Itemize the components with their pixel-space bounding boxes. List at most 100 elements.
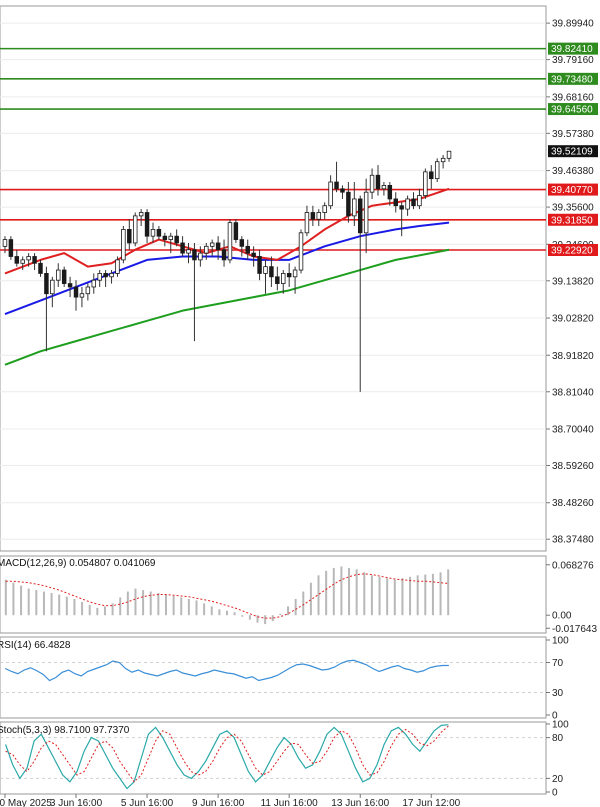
candle-body bbox=[227, 222, 233, 261]
candle-body bbox=[144, 212, 150, 237]
price-axis: 39.89940 39.79160 39.68160 39.57380 39.46380… bbox=[546, 19, 594, 546]
axis-tick-label: 80 bbox=[552, 733, 564, 744]
axis-tick-label: 30 bbox=[552, 688, 564, 699]
candle-body bbox=[375, 174, 381, 190]
candle-body bbox=[292, 269, 298, 278]
candle-body bbox=[286, 273, 292, 278]
candle-body bbox=[127, 229, 132, 244]
price-tick-label: 39.13820 bbox=[552, 276, 594, 287]
candle-body bbox=[440, 157, 446, 163]
axis-tick-label: -0.017643 bbox=[552, 624, 597, 635]
price-tick-label: 38.37480 bbox=[552, 535, 594, 546]
candle-body bbox=[257, 256, 262, 274]
candle-body bbox=[405, 198, 410, 210]
candle-body bbox=[245, 245, 250, 254]
candle-body bbox=[298, 232, 304, 271]
candle-body bbox=[85, 286, 91, 295]
candle-body bbox=[363, 191, 369, 234]
price-tick-label: 38.48260 bbox=[552, 498, 594, 509]
candle-body bbox=[334, 181, 339, 190]
axis-tick-label: 100 bbox=[552, 636, 569, 647]
candle bbox=[233, 219, 239, 243]
candle-body bbox=[387, 185, 393, 200]
candle-body bbox=[91, 279, 97, 288]
candle-body bbox=[221, 249, 227, 261]
candle-body bbox=[399, 205, 404, 210]
candle-body bbox=[73, 286, 79, 298]
price-tick-label: 38.70040 bbox=[552, 425, 594, 436]
candle-body bbox=[239, 239, 245, 247]
price-tick-label: 38.59260 bbox=[552, 461, 594, 472]
price-tick-label: 39.02820 bbox=[552, 314, 594, 325]
price-tick-label: 39.35600 bbox=[552, 203, 594, 214]
candle-body bbox=[310, 212, 316, 220]
time-tick-label: 11 Jun 16:00 bbox=[261, 798, 319, 807]
candle-body bbox=[357, 198, 363, 234]
candle-body bbox=[263, 266, 268, 274]
candle-body bbox=[322, 205, 327, 213]
candle-body bbox=[115, 259, 120, 274]
candle-body bbox=[150, 229, 156, 237]
candle-body bbox=[192, 249, 197, 261]
trading-chart: 39.89940 39.79160 39.68160 39.57380 39.46380… bbox=[0, 0, 600, 807]
candle-body bbox=[132, 215, 138, 244]
price-tick-label: 39.68160 bbox=[552, 92, 594, 103]
axis-tick-label: 0.068276 bbox=[552, 560, 594, 571]
candle-body bbox=[50, 279, 55, 295]
candle-body bbox=[352, 198, 357, 217]
resistance-level-tag-label: 39.64560 bbox=[551, 105, 593, 116]
axis-tick-label: 100 bbox=[552, 720, 569, 731]
time-tick-label: 5 Jun 16:00 bbox=[121, 798, 174, 807]
time-tick-label: 17 Jun 12:00 bbox=[402, 798, 460, 807]
candle-body bbox=[38, 262, 43, 274]
candle-body bbox=[162, 235, 168, 240]
candle-body bbox=[56, 269, 61, 281]
candle-body bbox=[233, 222, 239, 240]
candle bbox=[423, 168, 428, 199]
price-tick-label: 39.57380 bbox=[552, 129, 594, 140]
candle-body bbox=[204, 245, 209, 254]
candle-body bbox=[44, 273, 49, 295]
candle-body bbox=[174, 235, 179, 244]
candle bbox=[121, 226, 126, 264]
candle-body bbox=[417, 195, 422, 207]
macd-title: MACD(12,26,9) 0.054807 0.041069 bbox=[0, 558, 156, 569]
candle-body bbox=[156, 229, 162, 237]
support-level-tag-label: 39.22920 bbox=[551, 245, 593, 256]
candle-body bbox=[340, 188, 345, 193]
current-price-label: 39.52109 bbox=[551, 147, 593, 158]
candle-body bbox=[20, 259, 25, 264]
axis-tick-label: 20 bbox=[552, 774, 564, 785]
candle bbox=[8, 236, 14, 260]
price-tick-label: 38.81040 bbox=[552, 387, 594, 398]
time-tick-label: 13 Jun 16:00 bbox=[331, 798, 389, 807]
candle-body bbox=[2, 239, 8, 247]
candle-body bbox=[269, 266, 274, 278]
candle-body bbox=[168, 235, 173, 240]
candle-body bbox=[180, 242, 185, 254]
axis-tick-label: 70 bbox=[552, 658, 564, 669]
candle-body bbox=[8, 239, 14, 257]
candle bbox=[227, 219, 233, 264]
candle-body bbox=[32, 256, 37, 264]
candle-body bbox=[346, 191, 351, 217]
candle-body bbox=[97, 273, 102, 281]
candle-body bbox=[121, 229, 126, 261]
support-level-tag-label: 39.31850 bbox=[551, 215, 593, 226]
candle bbox=[298, 229, 304, 274]
candle-body bbox=[186, 249, 191, 254]
candle-body bbox=[79, 293, 85, 298]
resistance-level-tag-label: 39.73480 bbox=[551, 74, 593, 85]
candle-body bbox=[67, 283, 73, 288]
candle-body bbox=[423, 171, 428, 196]
time-tick-label: 3 Jun 16:00 bbox=[50, 798, 103, 807]
time-tick-label: 9 Jun 16:00 bbox=[192, 798, 245, 807]
candle-body bbox=[109, 273, 114, 278]
time-tick-label: 30 May 2025 bbox=[0, 798, 52, 807]
candle-body bbox=[393, 198, 398, 207]
candle-body bbox=[316, 212, 322, 220]
resistance-level-tag-label: 39.82410 bbox=[551, 44, 593, 55]
price-tick-label: 39.89940 bbox=[552, 19, 594, 30]
candle-body bbox=[61, 269, 67, 284]
candle-body bbox=[369, 174, 375, 193]
